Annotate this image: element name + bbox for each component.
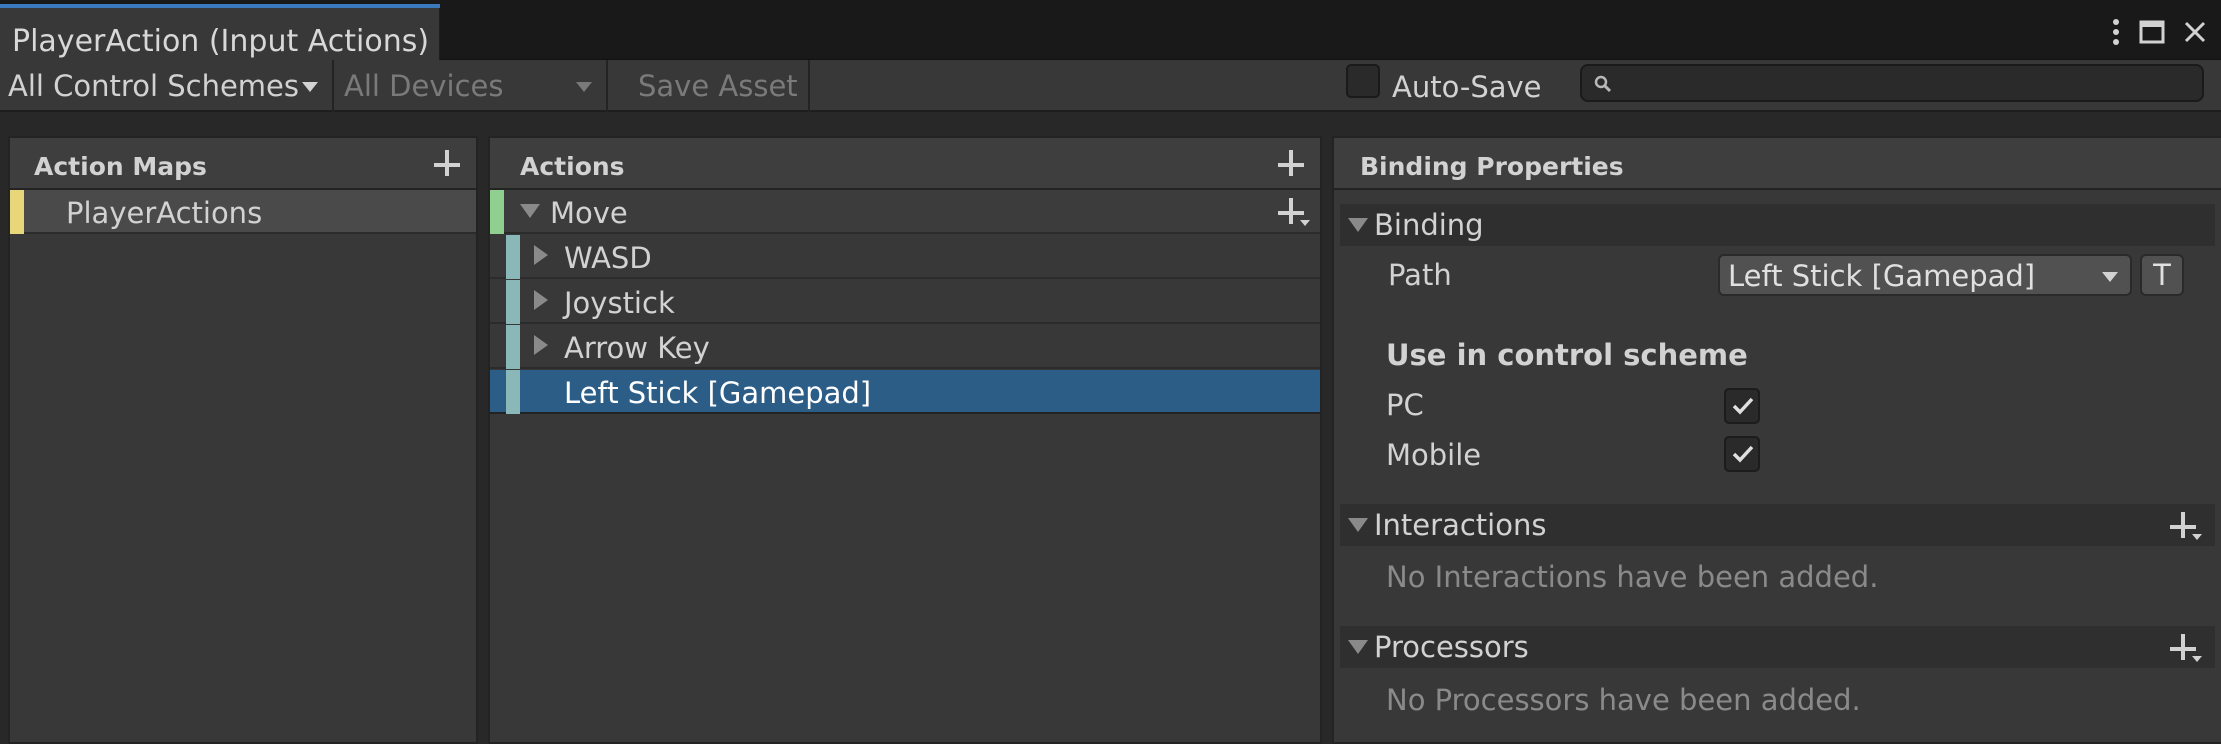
actions-header: Actions [490,138,1320,190]
binding-properties-panel: Binding Properties Binding Path Left Sti… [1332,136,2221,744]
binding-label: WASD [564,241,652,275]
auto-save-checkbox[interactable] [1346,64,1380,98]
action-map-item[interactable]: PlayerActions [10,190,476,234]
binding-color-bar [506,235,520,279]
binding-row-left-stick[interactable]: Left Stick [Gamepad] [490,370,1320,414]
binding-color-bar [506,370,520,414]
path-label: Path [1388,258,1452,292]
search-input[interactable] [1580,64,2204,102]
chevron-down-icon [2102,272,2118,282]
checkmark-icon [1732,445,1754,463]
window-tab[interactable]: PlayerAction (Input Actions) [0,8,440,60]
interactions-section-label: Interactions [1374,508,1547,542]
binding-properties-header: Binding Properties [1334,138,2221,190]
actions-panel: Actions Move WASD Joystick Arrow Key Lef… [488,136,1322,744]
action-color-bar [490,190,504,234]
scheme-pc-checkbox[interactable] [1724,388,1760,424]
actions-title: Actions [520,152,625,181]
path-value: Left Stick [Gamepad] [1728,259,2036,293]
collapse-arrow-icon[interactable] [1348,218,1368,232]
checkmark-icon [1732,397,1754,415]
action-map-color-bar [10,190,24,234]
binding-row-joystick[interactable]: Joystick [490,280,1320,324]
action-map-label: PlayerActions [66,196,263,230]
action-maps-header: Action Maps [10,138,476,190]
binding-row-arrow-key[interactable]: Arrow Key [490,325,1320,369]
chevron-down-icon [2192,534,2202,540]
expand-arrow-icon[interactable] [534,290,548,310]
add-action-icon[interactable] [1278,150,1308,180]
processors-empty-text: No Processors have been added. [1386,683,1861,717]
path-dropdown[interactable]: Left Stick [Gamepad] [1718,254,2132,296]
binding-section-label: Binding [1374,208,1484,242]
processors-section-label: Processors [1374,630,1529,664]
control-schemes-label: All Control Schemes [8,69,299,103]
binding-label: Joystick [564,286,675,320]
search-icon [1594,75,1612,93]
top-strip [0,0,2221,8]
binding-label: Arrow Key [564,331,710,365]
collapse-arrow-icon[interactable] [1348,518,1368,532]
save-asset-button[interactable]: Save Asset [626,60,810,112]
more-options-icon[interactable] [2111,17,2121,47]
action-row-move[interactable]: Move [490,190,1320,234]
auto-save-label: Auto-Save [1392,70,1542,104]
binding-color-bar [506,325,520,369]
text-mode-button[interactable]: T [2140,254,2184,296]
binding-row-wasd[interactable]: WASD [490,235,1320,279]
interactions-section-header[interactable]: Interactions [1340,504,2215,546]
chevron-down-icon [1300,220,1310,226]
control-schemes-dropdown[interactable]: All Control Schemes [0,60,334,112]
binding-section-header[interactable]: Binding [1340,204,2215,246]
chevron-down-icon [576,82,592,92]
action-label: Move [550,196,628,230]
window-controls [2111,12,2207,52]
expand-arrow-icon[interactable] [520,204,540,218]
save-asset-label: Save Asset [638,69,798,103]
devices-label: All Devices [344,69,504,103]
binding-properties-title: Binding Properties [1360,152,1624,181]
collapse-arrow-icon[interactable] [1348,640,1368,654]
binding-label: Left Stick [Gamepad] [564,376,872,410]
chevron-down-icon [2192,656,2202,662]
scheme-mobile-checkbox[interactable] [1724,436,1760,472]
processors-section-header[interactable]: Processors [1340,626,2215,668]
action-maps-title: Action Maps [34,152,207,181]
window-tab-title: PlayerAction (Input Actions) [12,24,430,59]
control-scheme-heading: Use in control scheme [1386,338,1748,372]
add-action-map-icon[interactable] [434,150,464,180]
expand-arrow-icon[interactable] [534,335,548,355]
maximize-icon[interactable] [2139,20,2165,44]
scheme-mobile-label: Mobile [1386,438,1482,472]
action-maps-panel: Action Maps PlayerActions [8,136,478,744]
devices-dropdown[interactable]: All Devices [336,60,608,112]
close-icon[interactable] [2183,20,2207,44]
expand-arrow-icon[interactable] [534,245,548,265]
scheme-pc-label: PC [1386,388,1424,422]
binding-color-bar [506,280,520,324]
chevron-down-icon [302,82,318,92]
interactions-empty-text: No Interactions have been added. [1386,560,1879,594]
